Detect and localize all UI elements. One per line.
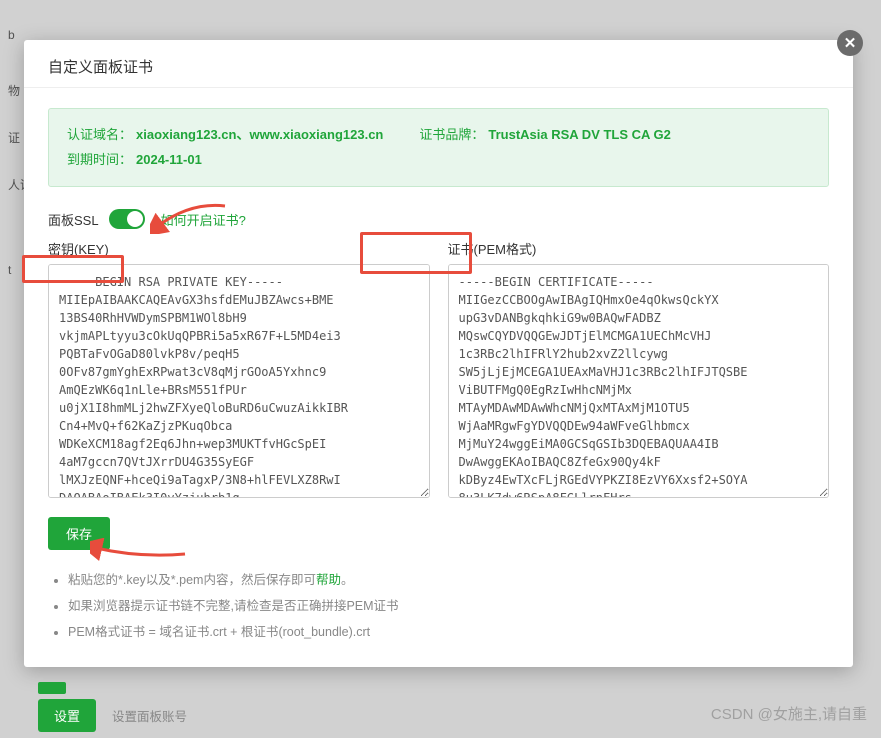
note-text: 。 [341,573,354,587]
close-glyph: ✕ [844,34,857,52]
note-item: 粘贴您的*.key以及*.pem内容，然后保存即可帮助。 [68,568,829,594]
panel-ssl-toggle[interactable] [109,209,145,229]
cert-domain: 认证域名： xiaoxiang123.cn、www.xiaoxiang123.cn [67,123,383,148]
cert-info-row: 到期时间： 2024-11-01 [67,148,810,173]
note-text: 粘贴您的*.key以及*.pem内容，然后保存即可 [68,573,316,587]
bg-green-stub [38,682,66,694]
how-to-enable-link[interactable]: 如何开启证书? [161,210,246,229]
cert-expiry-value: 2024-11-01 [136,152,202,167]
note-item: 如果浏览器提示证书链不完整,请检查是否正确拼接PEM证书 [68,594,829,620]
cert-fields: 密钥(KEY) 证书(PEM格式) [48,239,829,501]
save-button[interactable]: 保存 [48,517,110,550]
panel-ssl-label: 面板SSL [48,210,99,229]
modal-body: 认证域名： xiaoxiang123.cn、www.xiaoxiang123.cn… [24,88,853,667]
settings-button[interactable]: 设置 [38,699,96,732]
pem-label: 证书(PEM格式) [448,239,830,258]
toggle-knob [127,211,143,227]
cert-info-row: 认证域名： xiaoxiang123.cn、www.xiaoxiang123.cn… [67,123,810,148]
pem-column: 证书(PEM格式) [448,239,830,501]
cert-expiry-label: 到期时间： [67,152,132,167]
settings-label: 设置面板账号 [112,706,187,725]
key-textarea[interactable] [48,264,430,498]
bottom-settings-bar: 设置 设置面板账号 [38,699,187,732]
cert-domain-label: 认证域名： [67,127,132,142]
cert-brand: 证书品牌： TrustAsia RSA DV TLS CA G2 [419,123,671,148]
modal-title: 自定义面板证书 [48,56,153,77]
help-link[interactable]: 帮助 [316,573,341,587]
key-label: 密钥(KEY) [48,239,430,258]
cert-brand-label: 证书品牌： [419,127,484,142]
cert-domain-value: xiaoxiang123.cn、www.xiaoxiang123.cn [136,127,383,142]
note-item: PEM格式证书 = 域名证书.crt + 根证书(root_bundle).cr… [68,620,829,646]
cert-modal: ✕ 自定义面板证书 认证域名：xiaoxiang123.cn、www.xiaox… [24,40,853,667]
key-column: 密钥(KEY) [48,239,430,501]
cert-expiry: 到期时间： 2024-11-01 [67,148,202,173]
pem-textarea[interactable] [448,264,830,498]
close-icon[interactable]: ✕ [837,30,863,56]
cert-brand-value: TrustAsia RSA DV TLS CA G2 [488,127,671,142]
panel-ssl-row: 面板SSL 如何开启证书? [48,209,829,229]
help-notes: 粘贴您的*.key以及*.pem内容，然后保存即可帮助。 如果浏览器提示证书链不… [48,568,829,645]
cert-info-panel: 认证域名： xiaoxiang123.cn、www.xiaoxiang123.cn… [48,108,829,187]
modal-header: 自定义面板证书 [24,40,853,88]
